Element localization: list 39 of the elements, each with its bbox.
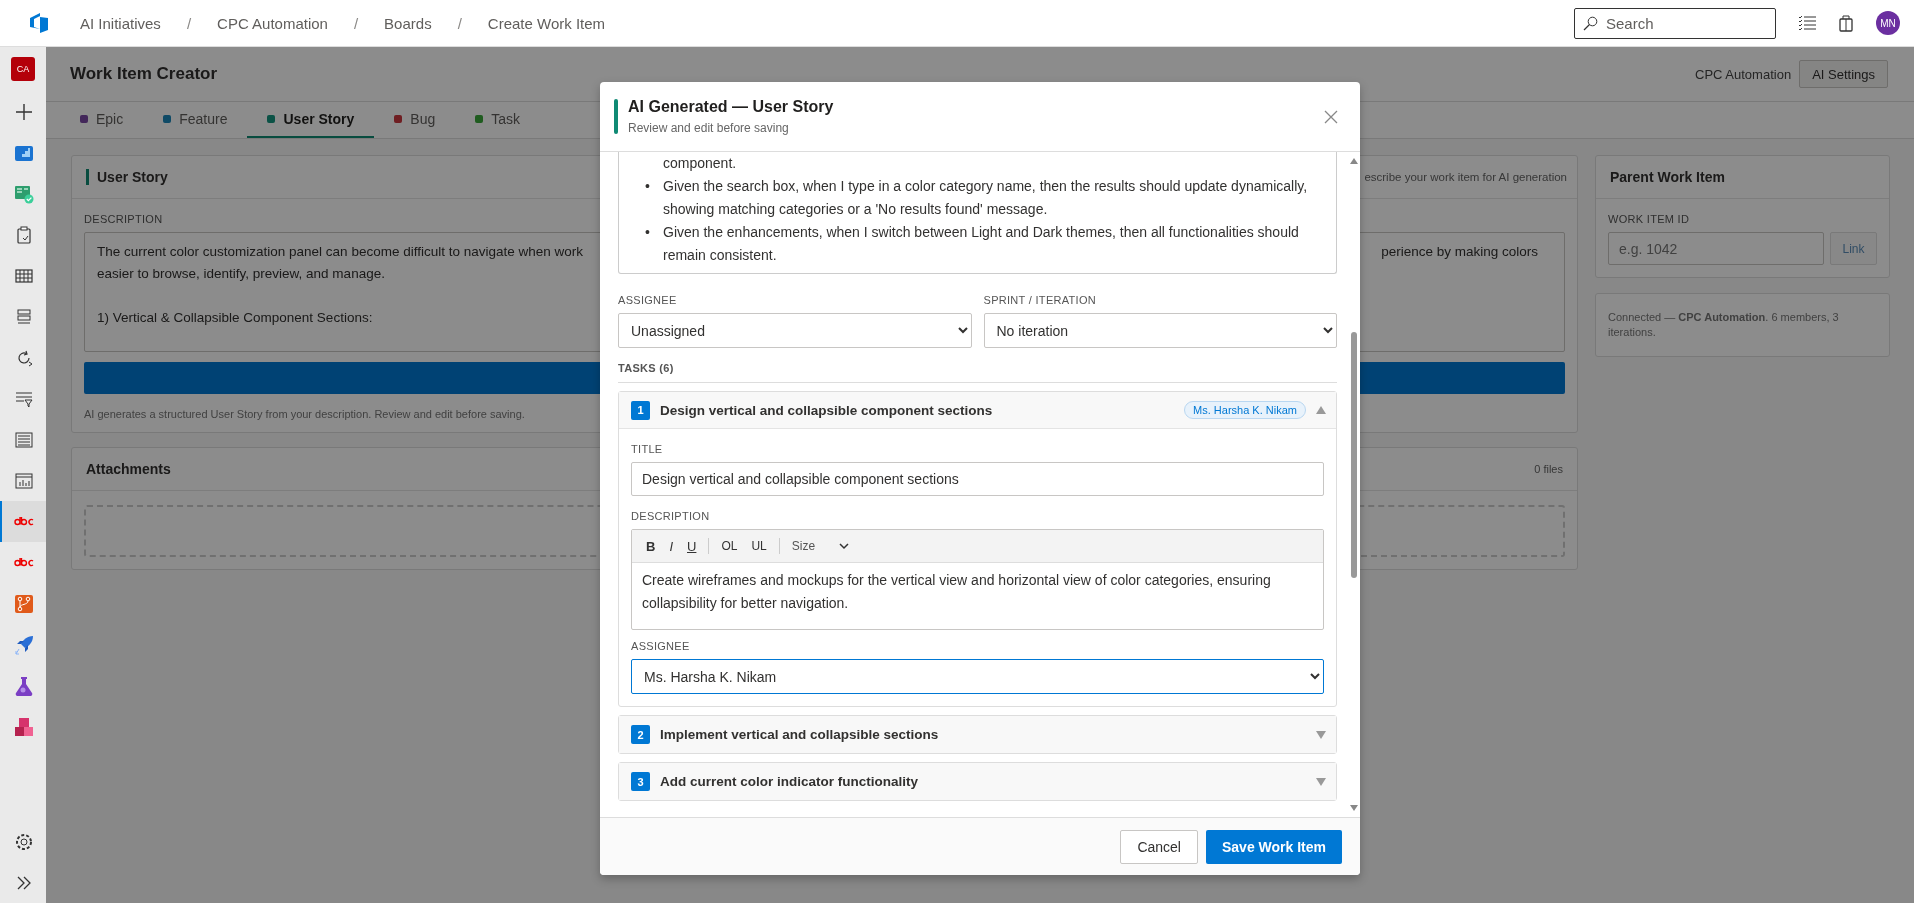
modal-subtitle: Review and edit before saving xyxy=(628,121,790,135)
task-number: 2 xyxy=(631,725,650,744)
task-title: Add current color indicator functionality xyxy=(660,774,919,789)
criteria-item: Given the search box, when I type in a color category name, then the results should update dynamically, showing matching categories or a 'No results found' message. xyxy=(663,177,1309,219)
breadcrumb-separator: / xyxy=(353,14,359,32)
helper-text: AI generates a structured User Story from your description. Review and edit before saving. xyxy=(84,408,525,420)
file-count: 0 files xyxy=(1534,463,1563,475)
card-title: User Story xyxy=(86,169,168,185)
task-number: 1 xyxy=(631,400,650,420)
field-label: DESCRIPTION xyxy=(84,213,164,225)
modal-title: AI Generated — User Story xyxy=(628,98,834,116)
tasks-heading: TASKS (6) xyxy=(618,362,1337,383)
field-label: ASSIGNEE xyxy=(618,294,678,306)
bullet-marker: • xyxy=(645,177,651,196)
description-text: The current color customization panel can become difficult to navigate when work xyxy=(97,243,583,261)
card-title: Attachments xyxy=(86,461,171,477)
project-name: CPC Automation xyxy=(1695,66,1792,82)
description-text: 1) Vertical & Collapsible Component Sections: xyxy=(97,309,373,327)
field-label: ASSIGNEE xyxy=(631,640,691,652)
editor-text: Create wireframes and mockups for the vertical view and horizontal view of color categories, ensuring collapsibility for better navigation. xyxy=(641,571,1272,613)
page-title: Work Item Creator xyxy=(70,64,218,84)
bullet-marker: • xyxy=(645,223,651,242)
field-label: WORK ITEM ID xyxy=(1608,213,1691,225)
field-label: TITLE xyxy=(631,443,664,455)
connection-status: Connected — CPC Automation. 6 members, 3 iterations. xyxy=(1607,310,1840,340)
breadcrumb-separator: / xyxy=(457,14,462,32)
assignee-tag: Ms. Harsha K. Nikam xyxy=(1184,401,1306,419)
field-label: SPRINT / ITERATION xyxy=(983,294,1098,306)
criteria-item: component. xyxy=(663,154,737,173)
description-text: easier to browse, identify, preview, and manage. xyxy=(97,265,385,283)
description-text: perience by making colors xyxy=(1381,243,1538,261)
task-number: 3 xyxy=(631,772,650,791)
task-title: Design vertical and collapsible component sections xyxy=(660,402,993,418)
task-title: Implement vertical and collapsible sections xyxy=(660,727,939,742)
card-title: Parent Work Item xyxy=(1610,169,1725,185)
breadcrumb-separator: / xyxy=(186,14,192,32)
criteria-item: Given the enhancements, when I switch between Light and Dark themes, then all functionalities should remain consistent. xyxy=(663,223,1300,265)
field-label: DESCRIPTION xyxy=(631,510,711,522)
card-hint: escribe your work item for AI generation xyxy=(1364,171,1567,183)
